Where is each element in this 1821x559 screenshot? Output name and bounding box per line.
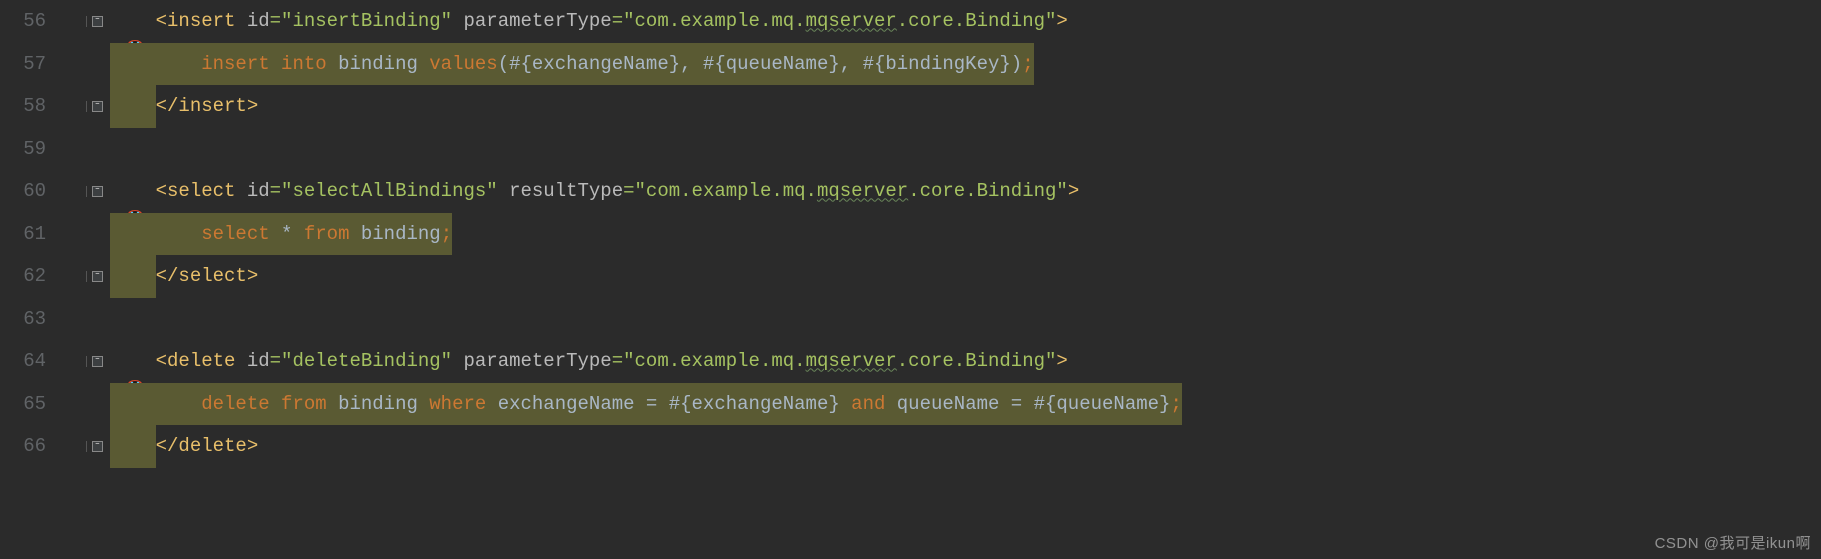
code-content[interactable]: <insert id="insertBinding" parameterType… [110,0,1821,43]
code-line[interactable]: 66 </delete> [0,425,1821,468]
code-content[interactable] [110,128,1821,171]
xml-value: "selectAllBindings" [281,180,498,202]
code-line[interactable]: 56 <insert id="insertBinding" parameterT… [0,0,1821,43]
code-line[interactable]: 64 <delete id="deleteBinding" parameterT… [0,340,1821,383]
fold-handle-icon[interactable] [92,186,103,197]
xml-tag: <select [156,180,247,202]
code-content[interactable]: </delete> [110,425,1821,468]
code-line[interactable]: 60 <select id="selectAllBindings" result… [0,170,1821,213]
mybatis-bird-icon[interactable] [56,13,78,29]
fold-handle-icon[interactable] [92,101,103,112]
xml-tag: <insert [156,10,247,32]
fold-handle-icon[interactable] [92,441,103,452]
code-content[interactable]: delete from binding where exchangeName =… [110,383,1821,426]
code-content[interactable]: select * from binding; [110,213,1821,256]
fold-handle-icon[interactable] [92,356,103,367]
code-line[interactable]: 61 select * from binding; [0,213,1821,256]
xml-attr: parameterType [463,350,611,372]
xml-tag: <delete [156,350,247,372]
sql-highlight: delete from binding where exchangeName =… [110,383,1182,426]
code-line[interactable]: 65 delete from binding where exchangeNam… [0,383,1821,426]
xml-attr: parameterType [463,10,611,32]
line-number: 62 [0,265,50,287]
xml-attr: id [247,350,270,372]
xml-tag: </insert> [156,95,259,117]
code-content[interactable]: </insert> [110,85,1821,128]
code-line[interactable]: 57 insert into binding values(#{exchange… [0,43,1821,86]
code-editor[interactable]: 56 <insert id="insertBinding" parameterT… [0,0,1821,468]
xml-attr: id [247,180,270,202]
code-content[interactable]: <delete id="deleteBinding" parameterType… [110,340,1821,383]
xml-tag: </delete> [156,435,259,457]
watermark: CSDN @我可是ikun啊 [1655,532,1811,553]
fold-handle-icon[interactable] [92,271,103,282]
typo-warning: mqserver [806,350,897,372]
line-number: 61 [0,223,50,245]
line-number: 58 [0,95,50,117]
line-number: 59 [0,138,50,160]
code-line[interactable]: 58 </insert> [0,85,1821,128]
code-content[interactable] [110,298,1821,341]
line-number: 56 [0,10,50,32]
sql-highlight: select * from binding; [110,213,452,256]
fold-handle-icon[interactable] [92,16,103,27]
line-number: 66 [0,435,50,457]
code-content[interactable]: <select id="selectAllBindings" resultTyp… [110,170,1821,213]
line-number: 65 [0,393,50,415]
code-line[interactable]: 59 [0,128,1821,171]
xml-tag: </select> [156,265,259,287]
code-line[interactable]: 63 [0,298,1821,341]
typo-warning: mqserver [817,180,908,202]
xml-attr: resultType [509,180,623,202]
code-content[interactable]: </select> [110,255,1821,298]
line-number: 64 [0,350,50,372]
mybatis-bird-icon[interactable] [56,183,78,199]
xml-attr: id [247,10,270,32]
mybatis-bird-icon[interactable] [56,353,78,369]
xml-value: "deleteBinding" [281,350,452,372]
code-line[interactable]: 62 </select> [0,255,1821,298]
line-number: 60 [0,180,50,202]
line-number: 57 [0,53,50,75]
sql-highlight [110,255,156,298]
sql-highlight: insert into binding values(#{exchangeNam… [110,43,1034,86]
code-content[interactable]: insert into binding values(#{exchangeNam… [110,43,1821,86]
xml-value: "insertBinding" [281,10,452,32]
typo-warning: mqserver [806,10,897,32]
line-number: 63 [0,308,50,330]
sql-highlight [110,85,156,128]
sql-highlight [110,425,156,468]
